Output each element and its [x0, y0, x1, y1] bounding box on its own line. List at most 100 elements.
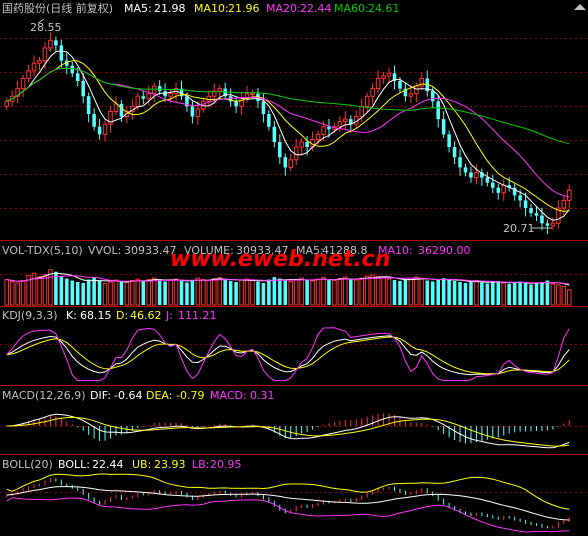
volume-bar	[239, 279, 244, 306]
volume-bar	[146, 279, 152, 306]
kdj-d-label: D:	[116, 309, 128, 322]
candle-body	[545, 223, 550, 226]
volume-bar	[469, 281, 473, 305]
volume-bar	[195, 277, 201, 306]
price-ma5-value: 21.98	[154, 2, 186, 15]
volume-bar	[288, 281, 294, 306]
candle-body	[113, 103, 119, 112]
volume-bar	[545, 280, 550, 305]
candle-body	[501, 184, 507, 194]
price-ma60-value: 24.61	[368, 2, 400, 15]
volume-bar	[419, 278, 425, 306]
kdj-j-label: J:	[165, 309, 173, 322]
boll-ub-value: 23.93	[154, 458, 186, 471]
volume-bar	[157, 280, 162, 305]
volume-bar	[550, 283, 556, 306]
volume-bar	[31, 272, 37, 306]
volume-bar	[223, 279, 227, 305]
volume-bar	[20, 280, 26, 306]
candle-body	[518, 195, 522, 201]
volume-bar	[15, 282, 20, 306]
volume-bar	[436, 279, 440, 305]
price-panel-title: 国药股份(日线 前复权)	[2, 1, 113, 15]
volume-bar	[463, 282, 468, 305]
candle-body	[359, 105, 365, 118]
candle-body	[267, 114, 271, 127]
volume-bar	[518, 281, 522, 305]
candle-body	[168, 93, 173, 97]
candle-body	[561, 199, 567, 209]
volume-bar	[97, 281, 102, 305]
price-ma10-label: MA10:	[194, 2, 229, 15]
volume-bar	[491, 281, 495, 305]
candle-body	[534, 213, 539, 216]
candle-body	[550, 222, 556, 227]
volume-bar	[566, 289, 572, 306]
volume-bar	[250, 280, 255, 306]
volume-bar	[452, 281, 457, 305]
candle-body	[195, 108, 201, 118]
volume-bar	[403, 279, 408, 305]
candle-body	[447, 134, 451, 148]
volume-bar	[556, 284, 561, 306]
volume-bar	[42, 274, 48, 306]
volume-bar	[540, 281, 544, 305]
volume-bar	[332, 280, 337, 306]
vol-ma10-value: 36290.00	[418, 244, 471, 257]
macd-dea-value: -0.79	[176, 389, 204, 402]
volume-bar	[430, 281, 435, 305]
candle-body	[315, 133, 321, 140]
kdj-j-value: 111.21	[178, 309, 217, 322]
candle-body	[20, 77, 26, 90]
candle-body	[31, 62, 37, 72]
candle-body	[491, 182, 495, 188]
volume-bar	[337, 278, 343, 306]
candle-body	[59, 45, 64, 61]
candle-body	[430, 91, 435, 102]
price-high-annotation: 28.55	[30, 21, 62, 34]
volume-bar	[228, 281, 233, 305]
watermark: www.eweb.net.cn	[170, 247, 390, 272]
volume-bar	[398, 281, 402, 305]
price-low-annotation: 20.71	[503, 222, 535, 235]
volume-bar	[86, 279, 91, 305]
volume-bar	[425, 280, 430, 305]
volume-bar	[447, 280, 451, 305]
volume-bar	[392, 280, 397, 305]
macd-panel-title: MACD(12,26,9)	[2, 389, 86, 402]
volume-bar	[119, 281, 124, 305]
candle-body	[523, 200, 528, 209]
volume-bar	[92, 277, 96, 305]
macd-macd-value: 0.31	[250, 389, 275, 402]
volume-bar	[108, 281, 113, 306]
volume-bar	[48, 269, 53, 306]
candle-body	[119, 103, 124, 117]
volume-bar	[364, 275, 370, 306]
candle-body	[381, 75, 386, 79]
candle-body	[469, 172, 473, 178]
macd-dif-label: DIF:	[90, 389, 111, 402]
candle-body	[146, 93, 152, 100]
volume-bar	[315, 278, 321, 306]
volume-bar	[70, 280, 75, 305]
volume-bar	[163, 281, 167, 305]
volume-bar	[168, 280, 173, 306]
candle-body	[305, 141, 309, 148]
candle-body	[436, 101, 440, 120]
candle-body	[70, 65, 75, 74]
candle-body	[261, 101, 266, 115]
candle-body	[540, 215, 544, 224]
candle-body	[529, 208, 533, 214]
kdj-d-value: 46.62	[130, 309, 162, 322]
volume-bar	[190, 280, 195, 305]
volume-bar	[310, 280, 315, 306]
volume-bar	[343, 276, 348, 306]
volume-bar	[349, 279, 353, 305]
price-ma5-label: MA5:	[124, 2, 152, 15]
volume-bar	[474, 280, 479, 306]
volume-bar	[244, 278, 250, 306]
volume-bar	[37, 276, 42, 306]
volume-bar	[327, 279, 331, 305]
boll-mid-label: BOLL:	[58, 458, 90, 471]
volume-bar	[278, 278, 282, 305]
